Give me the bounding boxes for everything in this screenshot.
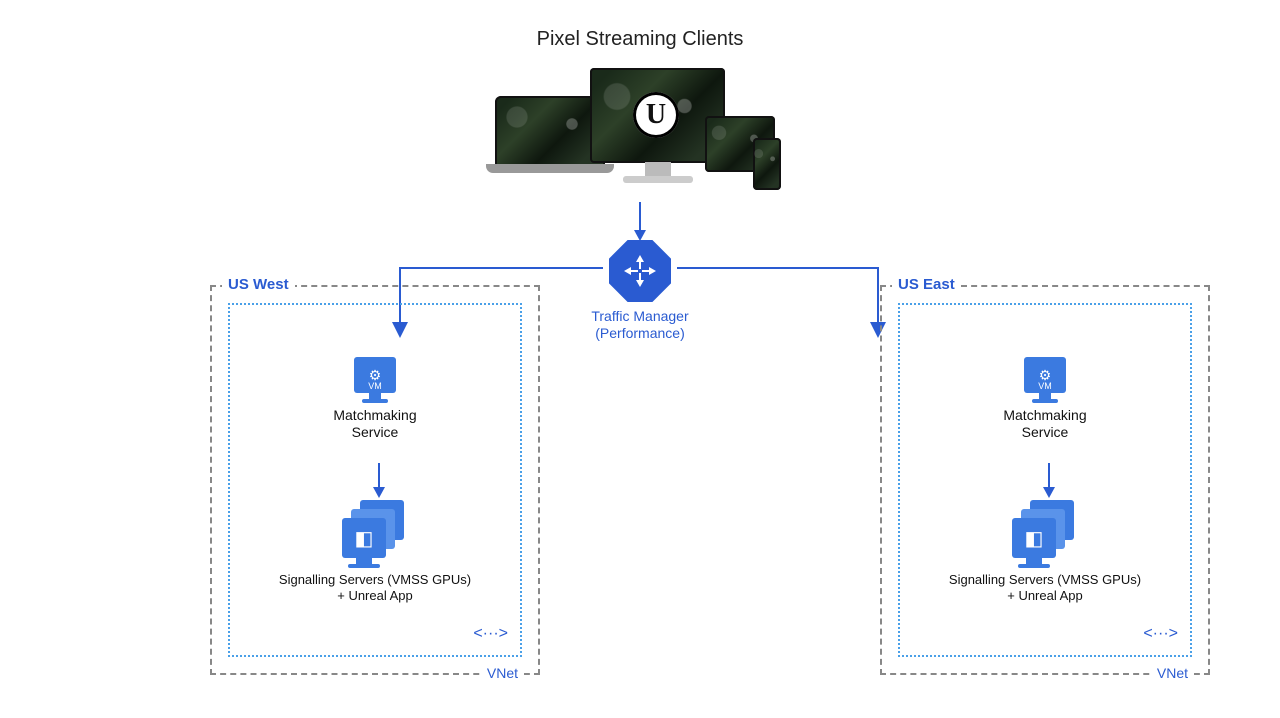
traffic-manager: Traffic Manager (Performance) (570, 240, 710, 342)
tm-subtitle: (Performance) (570, 325, 710, 342)
page-title: Pixel Streaming Clients (0, 28, 1280, 51)
signalling-west: ◧ Signalling Servers (VMSS GPUs) + Unrea… (230, 500, 520, 605)
vnet-label-east: VNet (1151, 665, 1194, 681)
vmss-icon: ◧ (342, 500, 408, 564)
signalling-label: Signalling Servers (VMSS GPUs) + Unreal … (230, 572, 520, 605)
vnet-peering-icon: <···> (473, 625, 508, 643)
region-title-west: US West (222, 276, 295, 293)
vm-caption: VM (1024, 381, 1066, 391)
vnet-label-west: VNet (481, 665, 524, 681)
laptop-base (486, 164, 614, 173)
monitor-foot (623, 176, 693, 183)
region-title-east: US East (892, 276, 961, 293)
clients-devices: U (495, 58, 785, 198)
phone-icon (753, 138, 781, 190)
matchmaking-east: ⚙ VM MatchmakingService (900, 357, 1190, 441)
vmss-icon: ◧ (1012, 500, 1078, 564)
matchmaking-west: ⚙ VM MatchmakingService (230, 357, 520, 441)
unreal-logo-icon: U (633, 92, 679, 138)
vm-icon: ⚙ VM (1024, 357, 1066, 393)
matchmaking-label: MatchmakingService (230, 407, 520, 441)
vm-caption: VM (354, 381, 396, 391)
matchmaking-label: MatchmakingService (900, 407, 1190, 441)
vnet-peering-icon: <···> (1143, 625, 1178, 643)
signalling-east: ◧ Signalling Servers (VMSS GPUs) + Unrea… (900, 500, 1190, 605)
laptop-icon (495, 96, 605, 166)
vnet-box-west: ⚙ VM MatchmakingService ◧ Signalling Ser… (228, 303, 522, 657)
tm-title: Traffic Manager (570, 308, 710, 325)
vm-icon: ⚙ VM (354, 357, 396, 393)
region-us-west: US West ⚙ VM MatchmakingService ◧ Signal… (210, 285, 540, 675)
region-us-east: US East ⚙ VM MatchmakingService ◧ Signal… (880, 285, 1210, 675)
signalling-label: Signalling Servers (VMSS GPUs) + Unreal … (900, 572, 1190, 605)
vnet-box-east: ⚙ VM MatchmakingService ◧ Signalling Ser… (898, 303, 1192, 657)
traffic-manager-icon (609, 240, 671, 302)
traffic-manager-label: Traffic Manager (Performance) (570, 308, 710, 342)
